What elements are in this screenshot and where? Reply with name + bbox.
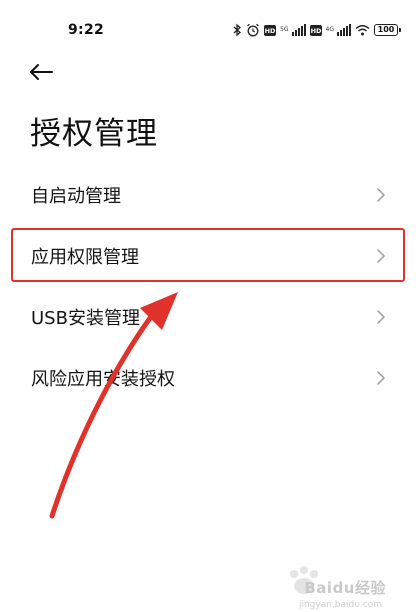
menu-item-label: 应用权限管理	[31, 246, 139, 268]
chevron-right-icon	[377, 187, 385, 202]
back-arrow-icon	[30, 64, 53, 80]
hd-icon: HD	[264, 24, 277, 36]
signal-4g-icon	[337, 24, 351, 36]
signal-4g-label: 4G	[325, 26, 334, 33]
menu-list: 自启动管理 应用权限管理 USB安装管理 风险应用安装授权	[0, 164, 416, 408]
menu-item-usb-install[interactable]: USB安装管理	[0, 286, 416, 347]
svg-text:HD: HD	[310, 27, 321, 35]
screen: 9:22 HD 5G HD 4G 100 授权管理 自启动管理 应用权限管理 U…	[0, 0, 416, 612]
chevron-right-icon	[377, 370, 385, 385]
status-icons: HD 5G HD 4G 100	[233, 21, 401, 39]
signal-5g-icon	[291, 24, 306, 36]
back-button[interactable]	[28, 56, 64, 88]
watermark-text: Baidu经验	[304, 579, 386, 597]
alarm-icon	[246, 23, 260, 37]
menu-item-label: 自启动管理	[31, 185, 121, 207]
svg-text:HD: HD	[265, 27, 276, 35]
signal-5g-label: 5G	[280, 26, 289, 33]
menu-item-auto-start[interactable]: 自启动管理	[0, 164, 416, 225]
menu-item-risk-app-install[interactable]: 风险应用安装授权	[0, 347, 416, 408]
menu-item-app-permissions[interactable]: 应用权限管理	[0, 225, 416, 286]
menu-item-label: 风险应用安装授权	[31, 368, 175, 390]
wifi-icon	[355, 24, 370, 36]
chevron-right-icon	[377, 309, 385, 324]
watermark-subtext: jingyan.baidu.com	[298, 600, 382, 610]
status-time: 9:22	[68, 22, 105, 38]
page-title: 授权管理	[30, 116, 158, 152]
menu-item-label: USB安装管理	[31, 307, 140, 329]
bluetooth-icon	[233, 23, 242, 37]
status-bar: 9:22 HD 5G HD 4G 100	[0, 0, 416, 58]
chevron-right-icon	[377, 248, 385, 263]
battery-icon: 100	[374, 24, 401, 36]
hd-icon-2: HD	[309, 24, 322, 36]
